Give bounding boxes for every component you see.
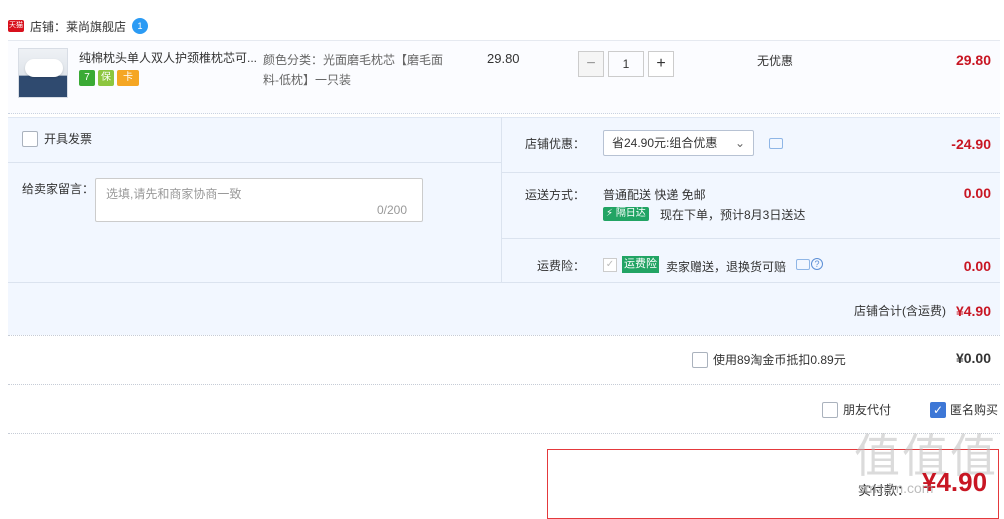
friend-pay-checkbox[interactable]: [822, 401, 838, 418]
quantity-stepper: − 1 +: [578, 51, 674, 77]
item-total: 29.80: [955, 52, 991, 68]
chat-seller-icon[interactable]: 1: [132, 18, 149, 34]
next-day-label: 隔日达: [615, 208, 646, 219]
anonymous-buy-option[interactable]: ✓ 匿名购买: [930, 401, 998, 418]
message-label: 给卖家留言：: [22, 182, 95, 196]
panel-divider: [8, 282, 1000, 283]
panel-divider: [502, 238, 1000, 239]
shipping-method: 普通配送 快递 免邮: [603, 188, 706, 202]
invoice-label: 开具发票: [44, 132, 93, 146]
credit-card-icon[interactable]: 卡: [117, 70, 139, 86]
shipping-label: 运送方式：: [525, 188, 586, 202]
divider: [8, 335, 1000, 336]
insurance-badge: 运费险: [622, 256, 659, 273]
friend-pay-option[interactable]: 朋友代付: [822, 401, 891, 418]
next-day-badge: ⚡ 隔日达: [603, 207, 649, 221]
tmall-icon: 天猫: [8, 20, 24, 32]
sku-info: 颜色分类：光面磨毛枕芯【磨毛面料-低枕】一只装: [263, 53, 444, 87]
seller-message-input[interactable]: 选填,请先和商家协商一致: [95, 178, 423, 222]
shipping-amount: 0.00: [963, 185, 991, 201]
service-badges: 7 保 卡: [79, 70, 139, 86]
insurance-label: 运费险：: [536, 259, 585, 273]
panel-divider: [501, 117, 502, 282]
friend-pay-label: 朋友代付: [843, 403, 892, 417]
increase-quantity-button[interactable]: +: [648, 51, 674, 77]
coin-checkbox[interactable]: [692, 351, 708, 368]
order-options-panel: [8, 117, 1000, 335]
panel-divider: [502, 172, 1000, 173]
insurance-text: 卖家赠送，退换货可赔: [666, 260, 787, 274]
decrease-quantity-button[interactable]: −: [578, 51, 604, 77]
promo-selected-value: 省24.90元:组合优惠: [612, 136, 718, 150]
chevron-down-icon: ⌄: [734, 136, 745, 150]
insurance-comment-icon[interactable]: [796, 259, 810, 270]
shop-name-link[interactable]: 莱尚旗舰店: [66, 18, 126, 35]
coin-label: 使用89淘金币抵扣0.89元: [713, 353, 846, 367]
unit-price: 29.80: [487, 51, 520, 66]
promo-select[interactable]: 省24.90元:组合优惠 ⌄: [603, 130, 754, 156]
quantity-input[interactable]: 1: [608, 51, 644, 77]
product-thumbnail[interactable]: [18, 48, 68, 98]
shop-total-label: 店铺合计(含运费): [853, 304, 946, 318]
watermark-url: smzdm.com: [858, 480, 934, 496]
insurance-checkbox: ✓: [603, 258, 617, 272]
item-discount: 无优惠: [757, 54, 794, 68]
panel-divider: [8, 162, 501, 163]
promo-amount: -24.90: [951, 136, 991, 152]
coin-deduction-option[interactable]: 使用89淘金币抵扣0.89元: [692, 351, 846, 368]
invoice-checkbox[interactable]: [22, 130, 38, 147]
shipping-eta: 现在下单，预计8月3日送达: [660, 208, 806, 222]
anonymous-checkbox[interactable]: ✓: [930, 401, 946, 418]
seven-day-return-icon[interactable]: 7: [79, 70, 95, 86]
guarantee-icon[interactable]: 保: [98, 70, 114, 86]
divider: [8, 384, 1000, 385]
invoice-option[interactable]: 开具发票: [22, 130, 92, 147]
insurance-amount: 0.00: [963, 258, 991, 274]
shop-label: 店铺：: [30, 19, 67, 34]
promo-label: 店铺优惠：: [525, 137, 586, 151]
shop-total-amount: ¥4.90: [955, 302, 991, 319]
shop-header: 天猫 店铺： 莱尚旗舰店 1: [8, 16, 149, 36]
message-char-count: 0/200: [377, 203, 408, 217]
promo-comment-icon[interactable]: [769, 138, 783, 149]
product-title-link[interactable]: 纯棉枕头单人双人护颈椎枕芯可...: [79, 50, 259, 66]
anonymous-label: 匿名购买: [950, 403, 999, 417]
divider: [8, 433, 1000, 434]
coin-amount: ¥0.00: [955, 350, 991, 366]
help-icon[interactable]: ?: [811, 258, 823, 270]
shop-total: 店铺合计(含运费) ¥4.90: [854, 302, 991, 319]
